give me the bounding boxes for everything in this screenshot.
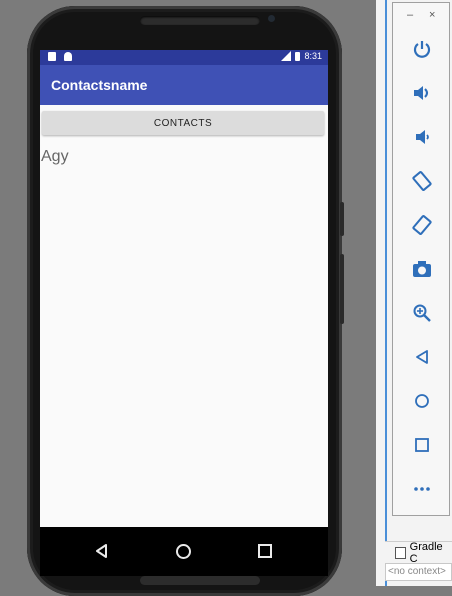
app-bar: Contactsname [40,65,328,105]
minimize-button[interactable]: – [407,9,413,21]
nav-back-icon[interactable] [96,544,108,558]
overview-icon [415,438,429,452]
overview-button[interactable] [409,432,435,458]
phone-screen: 8:31 Contactsname CONTACTS Agy [40,50,328,576]
app-title: Contactsname [51,77,148,93]
signal-icon [281,51,292,61]
zoom-icon [413,304,431,322]
gradle-tab[interactable]: Gradle C [385,540,452,565]
app-content: CONTACTS Agy [40,105,328,527]
back-icon [416,350,428,364]
rotate-right-icon [412,215,432,235]
volume-up-button[interactable] [409,80,435,106]
gradle-icon [395,546,406,559]
volume-down-button[interactable] [409,124,435,150]
camera-icon [413,261,431,277]
context-selector[interactable]: <no context> [385,563,452,581]
status-bar: 8:31 [40,50,328,65]
ide-divider [385,0,387,586]
rotate-left-button[interactable] [409,168,435,194]
contact-name-text: Agy [41,148,69,165]
home-icon [415,394,429,408]
phone-frame: 8:31 Contactsname CONTACTS Agy [27,6,344,596]
zoom-button[interactable] [409,300,435,326]
screenshot-button[interactable] [409,256,435,282]
navigation-bar [40,527,328,576]
power-icon [413,41,431,58]
volume-down-icon [416,130,429,144]
back-button[interactable] [409,344,435,370]
power-button[interactable] [409,36,435,62]
phone-side-button [340,202,344,236]
sd-card-icon [48,52,56,61]
home-button[interactable] [409,388,435,414]
phone-speaker-bottom [140,576,260,585]
phone-camera [268,15,275,22]
more-button[interactable] [409,476,435,502]
battery-icon [295,51,301,61]
gradle-tab-label: Gradle C [409,540,443,565]
nav-home-icon[interactable] [176,544,191,559]
volume-up-icon [414,86,428,100]
close-button[interactable]: × [429,9,435,21]
status-time: 8:31 [304,51,322,61]
contacts-button[interactable]: CONTACTS [42,111,324,135]
phone-side-button [340,254,344,324]
rotate-right-button[interactable] [409,212,435,238]
nav-recents-icon[interactable] [258,544,272,558]
android-icon [64,52,72,61]
phone-speaker-top [140,16,260,25]
emulator-toolbar: – × [392,2,450,516]
rotate-left-icon [412,171,432,191]
more-icon [414,487,430,491]
